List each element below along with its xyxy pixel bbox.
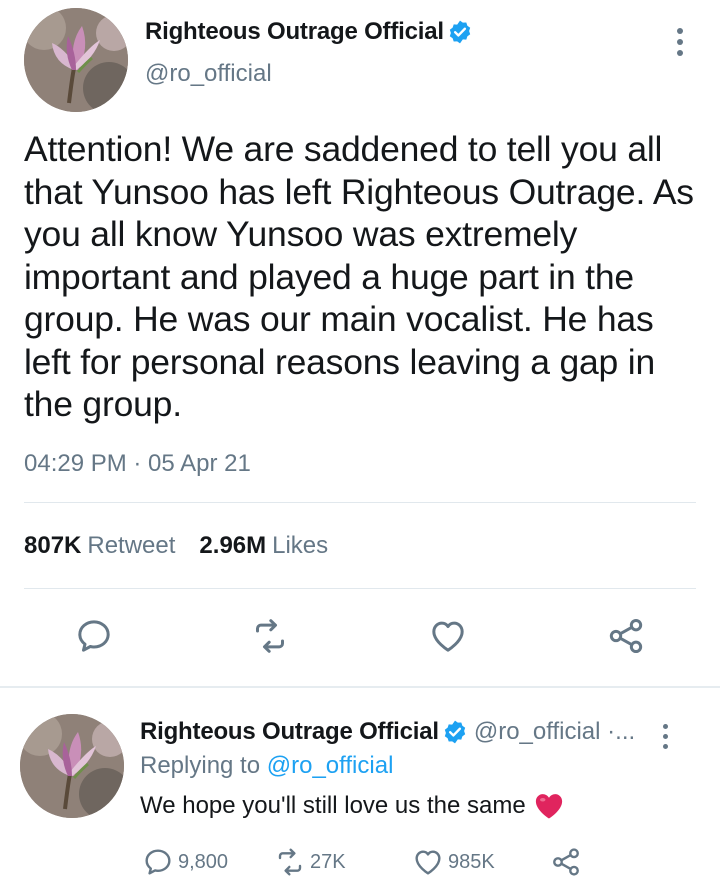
magnolia-avatar-image <box>24 8 128 112</box>
retweet-icon <box>278 848 302 876</box>
like-button[interactable]: 985K <box>412 846 495 878</box>
replying-to-line: Replying to @ro_official <box>140 752 393 780</box>
reply-action-bar: 9,800 27K 985K <box>140 846 700 882</box>
reply-tweet[interactable]: Righteous Outrage Official @ro_official … <box>0 688 720 896</box>
avatar[interactable] <box>20 714 124 818</box>
main-tweet: Righteous Outrage Official @ro_official … <box>0 0 720 688</box>
reply-button[interactable] <box>64 606 124 666</box>
like-label[interactable]: Likes <box>272 532 328 560</box>
like-count[interactable]: 2.96M <box>199 532 266 560</box>
retweet-label[interactable]: Retweet <box>87 532 175 560</box>
tweet-stats: 807K Retweet 2.96M Likes <box>24 532 352 560</box>
replying-to-mention[interactable]: @ro_official <box>267 752 394 779</box>
divider <box>24 502 696 503</box>
verified-badge-icon <box>447 19 473 45</box>
reply-button[interactable]: 9,800 <box>142 846 228 878</box>
reply-icon <box>78 620 110 652</box>
verified-badge-icon <box>442 719 468 745</box>
more-options-icon[interactable] <box>674 28 686 58</box>
reply-author-name[interactable]: Righteous Outrage Official <box>140 718 439 746</box>
divider <box>24 588 696 589</box>
reply-text: We hope you'll still love us the same <box>140 792 526 819</box>
retweet-button[interactable]: 27K <box>274 846 346 878</box>
reply-author-handle[interactable]: @ro_official ·... <box>474 718 635 746</box>
like-count: 985K <box>448 850 495 873</box>
more-options-icon[interactable] <box>660 724 670 752</box>
avatar[interactable] <box>24 8 128 112</box>
magnolia-avatar-image <box>20 714 124 818</box>
tweet-text: Attention! We are saddened to tell you a… <box>24 129 694 424</box>
like-icon <box>432 621 464 652</box>
reply-header: Righteous Outrage Official @ro_official … <box>140 718 635 746</box>
author-name-row: Righteous Outrage Official <box>145 18 473 46</box>
share-button[interactable] <box>596 606 656 666</box>
retweet-button[interactable] <box>240 606 300 666</box>
retweet-count: 27K <box>310 850 346 873</box>
like-icon <box>415 850 441 875</box>
reply-text-row: We hope you'll still love us the same <box>140 792 564 820</box>
replying-to-prefix: Replying to <box>140 752 261 779</box>
like-button[interactable] <box>418 606 478 666</box>
tweet-timestamp[interactable]: 04:29 PM · 05 Apr 21 <box>24 450 251 478</box>
reply-icon <box>145 849 171 875</box>
retweet-icon <box>256 619 284 653</box>
reply-count: 9,800 <box>178 850 229 873</box>
tweet-action-bar <box>0 606 720 666</box>
share-icon <box>553 848 579 876</box>
share-icon <box>609 619 643 653</box>
retweet-count[interactable]: 807K <box>24 532 81 560</box>
author-handle[interactable]: @ro_official <box>145 60 272 88</box>
author-display-name[interactable]: Righteous Outrage Official <box>145 18 444 46</box>
share-button[interactable] <box>550 846 586 878</box>
red-heart-emoji <box>535 794 562 819</box>
